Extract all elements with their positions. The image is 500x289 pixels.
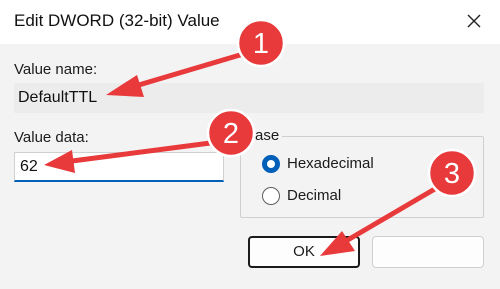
close-button[interactable] — [454, 4, 494, 38]
value-data-label: Value data: — [14, 129, 89, 146]
radio-hexadecimal-label: Hexadecimal — [287, 155, 374, 172]
value-name-field[interactable]: DefaultTTL — [14, 83, 484, 113]
value-data-input[interactable]: 62 — [14, 152, 224, 182]
value-name-label: Value name: — [14, 61, 98, 78]
radio-unselected-indicator[interactable] — [262, 187, 280, 205]
base-groupbox — [240, 136, 484, 218]
base-group-label: ase — [252, 127, 283, 144]
close-icon — [467, 14, 481, 28]
dialog-title: Edit DWORD (32-bit) Value — [14, 11, 220, 30]
ok-button[interactable]: OK — [248, 236, 360, 268]
radio-selected-indicator[interactable] — [262, 155, 280, 173]
radio-decimal-label: Decimal — [287, 187, 342, 204]
title-bar: Edit DWORD (32-bit) Value — [0, 0, 500, 44]
cancel-button[interactable] — [372, 236, 484, 268]
